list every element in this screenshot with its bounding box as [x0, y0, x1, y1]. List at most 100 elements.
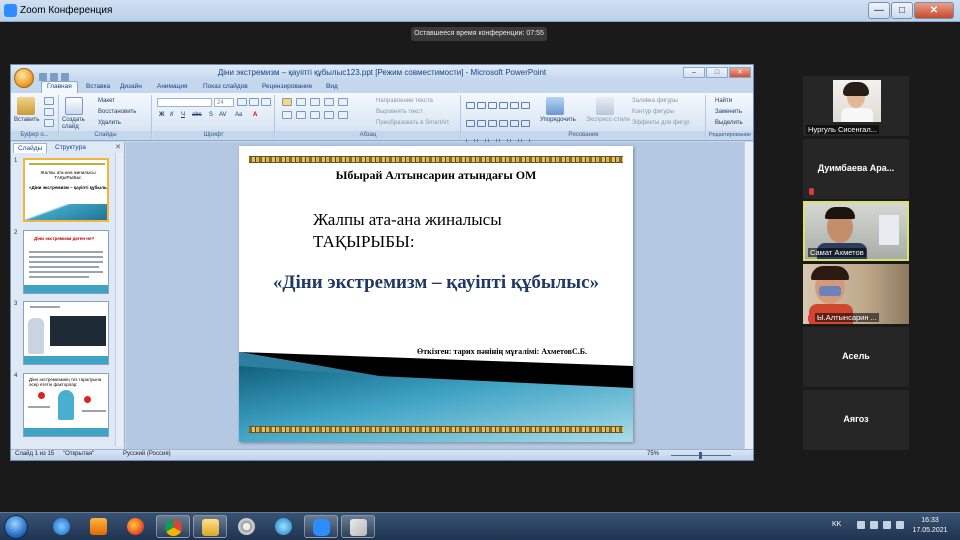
arrange-icon[interactable] [546, 97, 564, 115]
tab-review[interactable]: Рецензирование [257, 82, 317, 91]
panel-close-icon[interactable]: ✕ [115, 143, 121, 151]
clock-time[interactable]: 16:33 [910, 517, 950, 524]
start-button-icon[interactable] [4, 515, 28, 539]
zoom-slider-thumb[interactable] [699, 452, 702, 459]
align-center-icon[interactable] [296, 111, 306, 119]
shrink-font-icon[interactable] [249, 98, 259, 106]
new-slide-button[interactable]: Создать слайд [62, 117, 92, 131]
network-icon[interactable] [883, 521, 891, 529]
bold-icon[interactable]: Ж [159, 112, 164, 118]
grow-font-icon[interactable] [237, 98, 247, 106]
align-text-button[interactable]: Выровнять текст [376, 109, 423, 115]
align-left-icon[interactable] [282, 111, 292, 119]
change-case-icon[interactable]: Aa [235, 112, 242, 118]
select-button[interactable]: Выделить [715, 120, 743, 126]
ppt-minimize-button[interactable]: – [683, 67, 705, 78]
paste-button[interactable]: Вставить [14, 117, 39, 123]
underline-icon[interactable]: Ч [181, 112, 185, 118]
delete-button[interactable]: Удалить [98, 120, 121, 126]
zoom-percent[interactable]: 75% [647, 451, 659, 457]
chrome-icon[interactable] [156, 515, 190, 538]
firefox-icon[interactable] [119, 515, 153, 538]
tab-insert[interactable]: Вставка [81, 82, 115, 91]
keyboard-language[interactable]: KK [832, 521, 841, 528]
find-button[interactable]: Найти [715, 98, 732, 104]
slide-thumbnail-1[interactable]: Жалпы ата-ана жиналысы ТАҚЫРЫБЫ: «Діни э… [23, 158, 109, 222]
tab-slideshow[interactable]: Показ слайдов [198, 82, 253, 91]
clock-date[interactable]: 17.05.2021 [910, 527, 950, 534]
ppt-close-button[interactable]: ✕ [729, 67, 751, 78]
participant-tile-2[interactable]: Дуимбаева Ара... [803, 139, 909, 199]
shape-effects-button[interactable]: Эффекты для фигур [632, 120, 690, 126]
maximize-button[interactable]: □ [891, 2, 913, 19]
shadow-icon[interactable]: S [209, 112, 213, 118]
tab-outline-panel[interactable]: Структура [51, 143, 90, 153]
volume-icon[interactable] [896, 521, 904, 529]
tab-animation[interactable]: Анимация [152, 82, 193, 91]
slide-thumbnail-2[interactable]: Діни экстремизм деген не? [23, 230, 109, 294]
slide-scrollbar[interactable] [744, 142, 753, 449]
line-spacing-icon[interactable] [338, 98, 348, 106]
increase-indent-icon[interactable] [324, 98, 334, 106]
undo-icon[interactable] [50, 73, 58, 81]
slide-thumbnail-4[interactable]: Діни экстремизмнің тез таралуына әсер ет… [23, 373, 109, 437]
panel-scrollbar[interactable] [115, 153, 123, 446]
text-direction-button[interactable]: Направление текста [376, 98, 433, 104]
participant-tile-5[interactable]: Асель [803, 327, 909, 387]
powerpoint-statusbar: Слайд 1 из 15 "Открытая" Русский (Россия… [11, 449, 753, 460]
tab-slides-panel[interactable]: Слайды [13, 143, 48, 153]
cut-icon[interactable] [44, 97, 54, 105]
shape-fill-button[interactable]: Заливка фигуры [632, 98, 678, 104]
participant-tile-6[interactable]: Аягоз [803, 390, 909, 450]
ppt-maximize-button[interactable]: □ [706, 67, 728, 78]
copy-icon[interactable] [44, 108, 54, 116]
file-explorer-icon[interactable] [193, 515, 227, 538]
mail-icon[interactable] [267, 515, 301, 538]
current-slide[interactable]: Ыбырай Алтынсарин атындағы ОМ Жалпы ата-… [239, 146, 633, 442]
columns-icon[interactable] [338, 111, 348, 119]
italic-icon[interactable]: К [170, 112, 174, 118]
participant-tile-4[interactable]: Ы.Алтынсарин ... [803, 264, 909, 324]
bullets-icon[interactable] [282, 98, 292, 106]
format-painter-icon[interactable] [44, 119, 54, 127]
font-name-field[interactable] [157, 98, 212, 107]
smartart-button[interactable]: Преобразовать в SmartArt [376, 120, 449, 126]
redo-icon[interactable] [61, 73, 69, 81]
tray-flag-icon[interactable] [870, 521, 878, 529]
align-right-icon[interactable] [310, 111, 320, 119]
minimize-button[interactable]: — [868, 2, 890, 19]
shape-outline-button[interactable]: Контур фигуры [632, 109, 674, 115]
tab-home[interactable]: Главная [41, 81, 78, 93]
film-reel-icon[interactable] [230, 515, 264, 538]
replace-button[interactable]: Заменить [715, 109, 742, 115]
tab-design[interactable]: Дизайн [115, 82, 147, 91]
reset-button[interactable]: Восстановить [98, 109, 136, 115]
strikethrough-icon[interactable]: abc [192, 112, 202, 118]
quick-styles-icon[interactable] [596, 97, 614, 115]
participant-tile-1[interactable]: Нургуль Сисенгал... [803, 76, 909, 136]
justify-icon[interactable] [324, 111, 334, 119]
zoom-icon[interactable] [304, 515, 338, 538]
new-slide-icon[interactable] [65, 97, 83, 115]
font-color-icon[interactable]: A [253, 112, 257, 118]
save-icon[interactable] [39, 73, 47, 81]
char-spacing-icon[interactable]: AV [219, 112, 227, 118]
font-size-field[interactable]: 24 [214, 98, 234, 107]
media-player-icon[interactable] [82, 515, 116, 538]
participant-tile-3-active-speaker[interactable]: Самат Ахметов [803, 201, 909, 261]
slide-thumbnail-3[interactable] [23, 301, 109, 365]
close-button[interactable]: ✕ [914, 2, 954, 19]
office-button-icon[interactable] [14, 68, 34, 88]
clear-format-icon[interactable] [261, 98, 271, 106]
tab-view[interactable]: Вид [321, 82, 343, 91]
tray-arrow-icon[interactable] [857, 521, 865, 529]
layout-button[interactable]: Макет [98, 98, 115, 104]
decrease-indent-icon[interactable] [310, 98, 320, 106]
paint-icon[interactable] [341, 515, 375, 538]
arrange-button[interactable]: Упорядочить [540, 117, 576, 123]
numbering-icon[interactable] [296, 98, 306, 106]
paste-icon[interactable] [17, 97, 35, 115]
zoom-titlebar: Zoom Конференция — □ ✕ [0, 0, 960, 22]
internet-explorer-icon[interactable] [45, 515, 79, 538]
quick-styles-button[interactable]: Экспресс-стили [586, 117, 630, 123]
